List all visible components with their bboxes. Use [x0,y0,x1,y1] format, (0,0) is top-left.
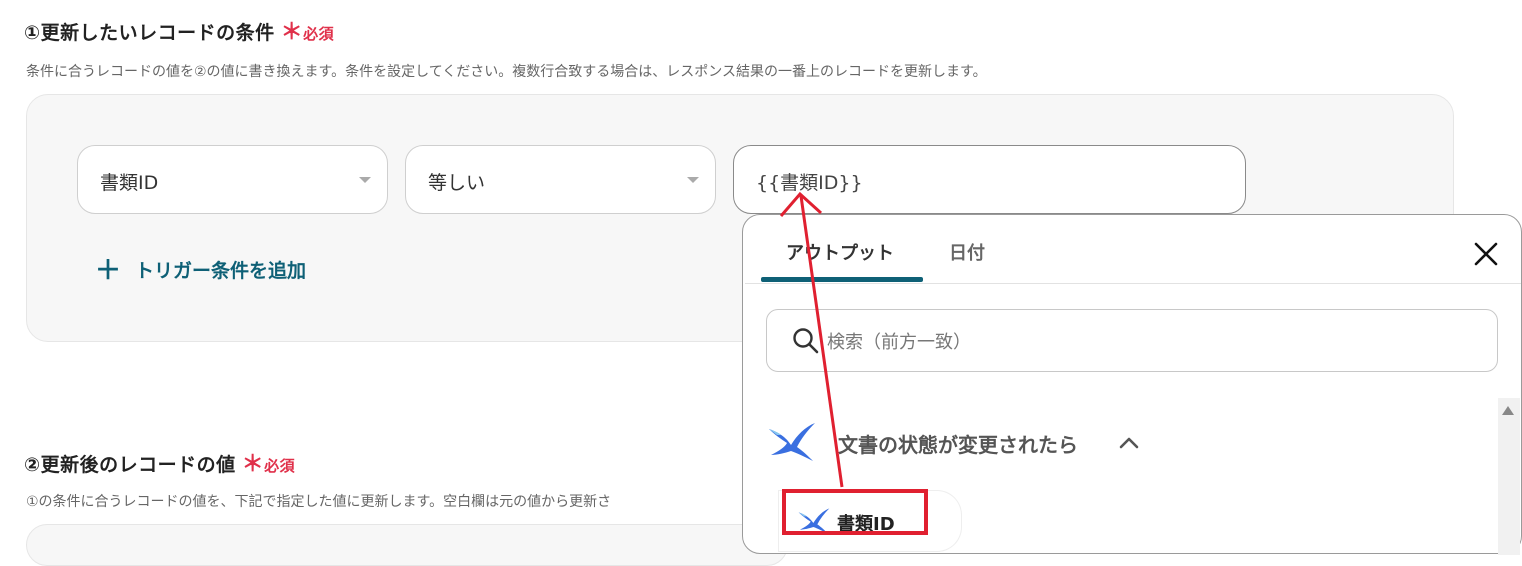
add-condition-button[interactable]: ＋ トリガー条件を追加 [95,250,306,287]
section2-description: ①の条件に合うレコードの値を、下記で指定した値に更新します。空白欄は元の値から更… [26,494,612,510]
field-select-value: 書類ID [100,172,159,194]
operator-select-value: 等しい [428,172,486,194]
annotation-highlight-box [782,489,928,535]
search-icon [793,328,819,354]
scrollbar[interactable] [1498,398,1520,555]
required-label: 必須 [303,25,335,43]
field-select[interactable]: 書類ID [77,145,388,214]
plus-icon: ＋ [95,256,122,286]
section1-title: ①更新したいレコードの条件 ＊必須 [24,14,334,46]
tab-divider [745,283,1521,284]
bird-logo-icon [769,423,815,461]
section2-panel [26,524,788,566]
section1-title-text: ①更新したいレコードの条件 [24,22,275,44]
required-star: ＊ [241,452,265,477]
value-input[interactable]: {{書類ID}} [733,145,1246,214]
required-label: 必須 [264,457,296,475]
tab-output[interactable]: アウトプット [786,239,894,265]
group-title: 文書の状態が変更されたら [838,433,1078,457]
section1-description: 条件に合うレコードの値を②の値に書き換えます。条件を設定してください。複数行合致… [26,64,987,80]
search-input[interactable]: 検索（前方一致） [766,309,1498,372]
section2-title-text: ②更新後のレコードの値 [24,454,236,476]
close-icon[interactable] [1471,239,1501,269]
required-star: ＊ [280,20,304,45]
value-input-text: {{書類ID}} [756,172,863,194]
chevron-down-icon [687,177,699,183]
active-tab-indicator [761,277,923,282]
chevron-down-icon [359,177,371,183]
search-placeholder: 検索（前方一致） [827,332,971,353]
tab-date[interactable]: 日付 [949,239,985,265]
operator-select[interactable]: 等しい [405,145,716,214]
chevron-up-icon[interactable] [1119,435,1139,449]
scroll-up-arrow-icon[interactable] [1502,406,1514,415]
add-condition-label: トリガー条件を追加 [135,260,307,282]
section2-title: ②更新後のレコードの値 ＊必須 [24,446,295,478]
